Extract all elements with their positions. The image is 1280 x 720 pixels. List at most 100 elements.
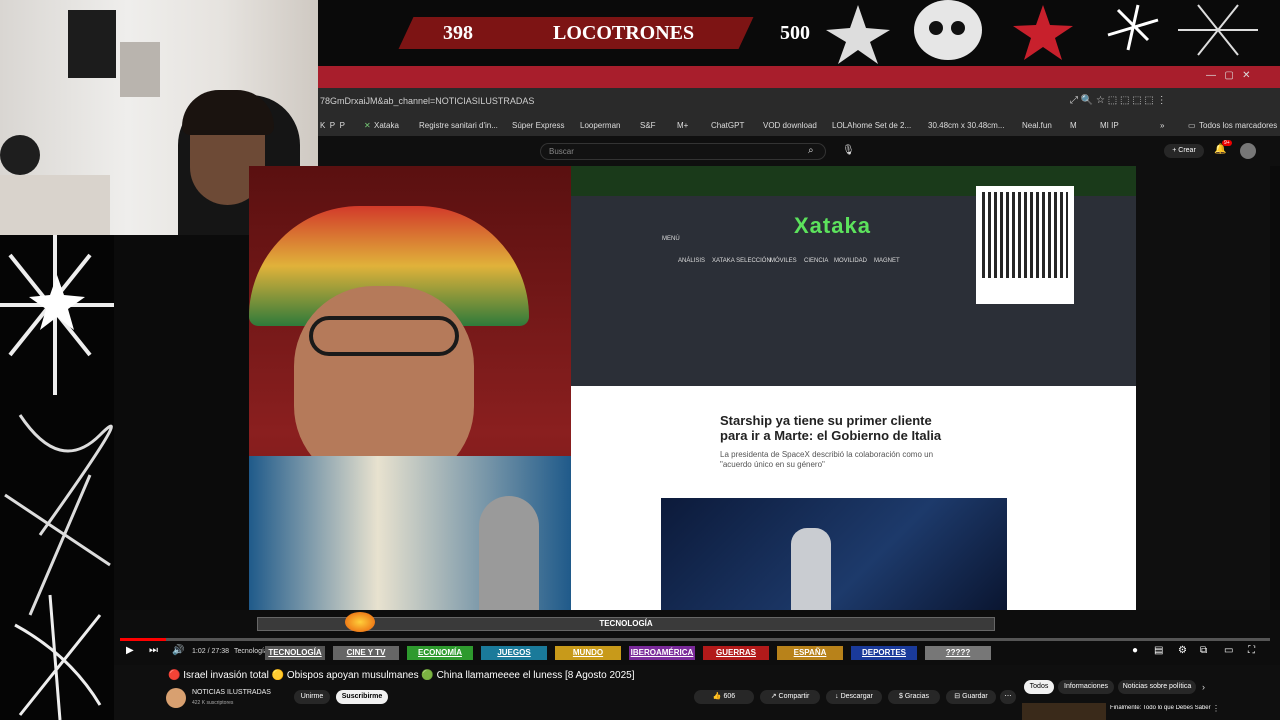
subtitles-icon[interactable]: ▤ bbox=[1154, 645, 1163, 656]
notification-badge: 9+ bbox=[1222, 140, 1232, 146]
cat-tecnologia: TECNOLOGÍA bbox=[265, 646, 325, 660]
next-icon[interactable]: ⏭ bbox=[149, 645, 158, 656]
glasses bbox=[309, 316, 459, 356]
share-button[interactable]: ↗ Compartir bbox=[760, 690, 820, 704]
bookmark-k[interactable]: K P P bbox=[320, 121, 345, 130]
chevron-right-icon[interactable]: › bbox=[1202, 682, 1205, 692]
xataka-logo: Xataka bbox=[794, 213, 871, 238]
chapter-label[interactable]: Tecnología bbox=[234, 648, 268, 655]
join-button[interactable]: Unirme bbox=[294, 690, 330, 704]
bookmark-mplus[interactable]: M+ bbox=[677, 121, 688, 130]
bookmark-icon: ⊟ bbox=[954, 693, 961, 700]
chip-informaciones[interactable]: Informaciones bbox=[1058, 680, 1114, 694]
download-icon: ↓ bbox=[835, 693, 839, 700]
all-bookmarks[interactable]: Todos los marcadores bbox=[1199, 121, 1277, 130]
bookmark-lolahome[interactable]: LOLAhome Set de 2... bbox=[832, 121, 911, 130]
chip-todos[interactable]: Todos bbox=[1024, 680, 1054, 694]
create-label: Crear bbox=[1178, 147, 1196, 154]
site-nav-moviles: MÓVILES bbox=[770, 258, 797, 264]
bookmark-mi-ip[interactable]: MI IP bbox=[1100, 121, 1119, 130]
url-text[interactable]: 78GmDrxaiJM&ab_channel=NOTICIASILUSTRADA… bbox=[320, 96, 534, 106]
bookmark-chatgpt[interactable]: ChatGPT bbox=[711, 121, 744, 130]
search-icon[interactable]: ⌕ bbox=[808, 145, 814, 156]
browser-toolbar-icons[interactable]: ⤢ 🔍 ☆ ⬚ ⬚ ⬚ ⬚ ⋮ bbox=[1070, 95, 1167, 106]
cat-economia: ECONOMÍA bbox=[407, 646, 473, 660]
settings-icon[interactable]: ⚙ bbox=[1178, 645, 1187, 656]
window-controls[interactable]: — ▢ ✕ bbox=[1206, 70, 1251, 81]
cat-guerras: GUERRAS bbox=[703, 646, 769, 660]
create-button[interactable]: + Crear bbox=[1164, 144, 1204, 158]
qr-code bbox=[976, 186, 1074, 304]
site-nav-analisis: ANÁLISIS bbox=[678, 258, 706, 264]
share-icon: ↗ bbox=[770, 693, 777, 700]
decorative-lines bbox=[0, 235, 114, 720]
share-label: Compartir bbox=[778, 693, 810, 700]
subscribe-button[interactable]: Suscribirme bbox=[336, 690, 388, 704]
presenter-overlay bbox=[249, 166, 571, 610]
thanks-button[interactable]: $ Gracias bbox=[888, 690, 940, 704]
chip-politica[interactable]: Noticias sobre política bbox=[1118, 680, 1196, 694]
theater-icon[interactable]: ▭ bbox=[1224, 645, 1233, 656]
article-subhead: La presidenta de SpaceX describió la col… bbox=[720, 450, 934, 469]
site-nav-magnet: MAGNET bbox=[874, 258, 900, 264]
bookmark-xataka[interactable]: Xataka bbox=[374, 121, 399, 130]
stream-banner: 398 LOCOTRONES 500 bbox=[318, 0, 1280, 66]
banner-title: LOCOTRONES bbox=[553, 22, 695, 44]
related-thumbnail[interactable] bbox=[1022, 703, 1106, 720]
fullscreen-icon[interactable]: ⛶ bbox=[1248, 645, 1255, 656]
channel-name[interactable]: NOTICIAS ILUSTRADAS bbox=[192, 689, 271, 696]
save-button[interactable]: ⊟ Guardar bbox=[946, 690, 996, 704]
banner-left-count: 398 bbox=[443, 22, 473, 44]
microphone bbox=[479, 496, 539, 610]
fire-icon bbox=[345, 612, 375, 632]
search-input[interactable]: Buscar bbox=[540, 143, 826, 160]
site-nav-movilidad: MOVILIDAD bbox=[834, 258, 868, 264]
decorative-art-panel bbox=[0, 235, 114, 720]
like-button[interactable]: 👍 606 bbox=[694, 690, 754, 704]
bookmark-sf[interactable]: S&F bbox=[640, 121, 656, 130]
mic-icon[interactable]: 🎙 bbox=[842, 145, 855, 156]
video-progress-bar[interactable] bbox=[120, 638, 1270, 641]
related-title[interactable]: Finalmente: Todo lo que Debes Saber sobr… bbox=[1110, 705, 1212, 711]
cat-deportes: DEPORTES bbox=[851, 646, 917, 660]
article-headline: Starship ya tiene su primer cliente para… bbox=[720, 413, 942, 443]
download-label: Descargar bbox=[840, 693, 873, 700]
bookmark-super-express[interactable]: Súper Express bbox=[512, 121, 564, 130]
bookmark-m[interactable]: M bbox=[1070, 121, 1077, 130]
lamp-shape bbox=[0, 135, 40, 175]
bookmark-registre[interactable]: Registre sanitari d'in... bbox=[419, 121, 498, 130]
bookmark-looperman[interactable]: Looperman bbox=[580, 121, 620, 130]
cat-juegos: JUEGOS bbox=[481, 646, 547, 660]
thanks-label: Gracias bbox=[904, 693, 929, 700]
bookmark-30cm[interactable]: 30.48cm x 30.48cm... bbox=[928, 121, 1004, 130]
banner-right-count: 500 bbox=[780, 22, 810, 44]
bookmark-vod[interactable]: VOD download bbox=[763, 121, 817, 130]
more-options-button[interactable]: ⋯ bbox=[1000, 690, 1016, 704]
decorative-star-art bbox=[826, 0, 1258, 64]
miniplayer-icon[interactable]: ⧉ bbox=[1200, 645, 1207, 656]
tv-shape bbox=[68, 10, 116, 78]
cat-unknown: ????? bbox=[925, 646, 991, 660]
chevron-right-icon[interactable]: » bbox=[1160, 121, 1164, 130]
volume-icon[interactable]: 🔊 bbox=[172, 645, 184, 656]
bookmark-icon: ✕ bbox=[364, 121, 371, 130]
video-time: 1:02 / 27:38 bbox=[192, 648, 229, 655]
cat-mundo: MUNDO bbox=[555, 646, 621, 660]
wall-frames bbox=[120, 42, 160, 97]
thumbs-up-icon: 👍 bbox=[712, 693, 722, 700]
avatar[interactable] bbox=[1240, 143, 1256, 159]
play-icon[interactable]: ▶ bbox=[126, 645, 134, 656]
autoplay-toggle[interactable]: ● bbox=[1132, 645, 1138, 656]
save-label: Guardar bbox=[962, 693, 988, 700]
related-menu-icon[interactable]: ⋮ bbox=[1212, 704, 1220, 713]
download-button[interactable]: ↓ Descargar bbox=[826, 690, 882, 704]
channel-avatar[interactable] bbox=[166, 688, 186, 708]
video-title: 🔴 Israel invasión total 🟡 Obispos apoyan… bbox=[168, 670, 635, 681]
thanks-icon: $ bbox=[899, 693, 903, 700]
address-bar[interactable]: 78GmDrxaiJM&ab_channel=NOTICIASILUSTRADA… bbox=[318, 88, 1280, 116]
qr-pattern bbox=[982, 192, 1068, 278]
starship-image bbox=[661, 498, 1007, 610]
subscriber-count: 422 K suscriptores bbox=[192, 700, 234, 706]
site-nav-ciencia: CIENCIA bbox=[804, 258, 829, 264]
bookmark-nealfun[interactable]: Neal.fun bbox=[1022, 121, 1052, 130]
